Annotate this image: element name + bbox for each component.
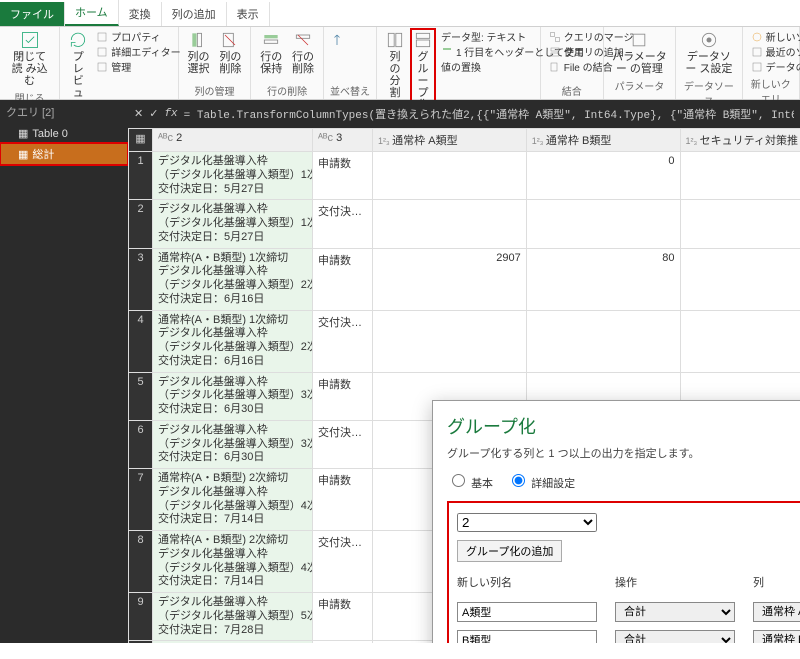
- formula-bar[interactable]: ✕ ✓ fx = Table.TransformColumnTypes(置き換え…: [128, 100, 800, 128]
- label: データ型: テキスト: [441, 29, 526, 44]
- radio-advanced[interactable]: 詳細設定: [507, 471, 575, 491]
- table-row[interactable]: 1デジタル化基盤導入枠（デジタル化基盤導入類型）1次交付決定日：5月27日申請数…: [129, 152, 800, 200]
- group-label: 結合: [547, 81, 597, 98]
- column-select[interactable]: 通常枠 B類型: [753, 630, 800, 643]
- table-row[interactable]: 3通常枠(A・B類型) 1次締切デジタル化基盤導入枠（デジタル化基盤導入類型）2…: [129, 248, 800, 310]
- label: 行の 保持: [259, 51, 283, 75]
- header-op: 操作: [615, 574, 735, 590]
- group-label: 行の削除: [257, 81, 317, 98]
- radio-basic[interactable]: 基本: [447, 471, 493, 491]
- label: 最近のソース: [766, 44, 800, 59]
- operation-select[interactable]: 合計: [615, 630, 735, 643]
- enter-data-button[interactable]: データの入力: [749, 59, 800, 74]
- label: プロパティ: [111, 29, 160, 44]
- keep-rows-button[interactable]: 行の 保持: [257, 29, 285, 76]
- newname-input[interactable]: [457, 602, 597, 622]
- col-header-b[interactable]: 通常枠 B類型: [526, 129, 680, 152]
- data-grid-wrapper: ▦ ᴬᴮc 2 ᴬᴮc 3 通常枠 A類型 通常枠 B類型 セキュリティ対策推 …: [128, 128, 800, 643]
- col-header-3[interactable]: ᴬᴮc 3: [313, 129, 373, 152]
- label: 新しいソース: [766, 29, 800, 44]
- delete-columns-button[interactable]: 列の 削除: [216, 29, 244, 76]
- label: 詳細エディター: [111, 44, 180, 59]
- tab-file[interactable]: ファイル: [0, 2, 65, 26]
- delete-rows-button[interactable]: 行の 削除: [289, 29, 317, 76]
- query-sidebar: クエリ [2] ▦ Table 0 ▦ 総計: [0, 100, 128, 643]
- col-header-s[interactable]: セキュリティ対策推: [680, 129, 800, 152]
- manage-parameters-button[interactable]: パラメーター の管理: [610, 29, 669, 76]
- table-icon: ▦: [18, 127, 28, 140]
- select-columns-button[interactable]: 列の 選択: [185, 29, 213, 76]
- group-label: 並べ替え: [330, 81, 370, 98]
- menu-tabs: ファイル ホーム 変換 列の追加 表示: [0, 0, 800, 27]
- split-column-button[interactable]: 列の 分割: [383, 29, 407, 100]
- manage-button[interactable]: 管理: [94, 59, 182, 74]
- col-header-2[interactable]: ᴬᴮc 2: [153, 129, 313, 152]
- sidebar-header: クエリ [2]: [0, 100, 128, 124]
- header-col: 列: [753, 574, 800, 590]
- label: 列の 削除: [218, 51, 242, 75]
- formula-text[interactable]: = Table.TransformColumnTypes(置き換えられた値2,{…: [184, 106, 794, 122]
- header-newname: 新しい列名: [457, 574, 597, 590]
- fx-icon[interactable]: fx: [164, 108, 177, 120]
- newname-input[interactable]: [457, 630, 597, 643]
- label: 総計: [32, 146, 54, 162]
- label: データソー ス設定: [684, 51, 733, 75]
- group-label: 列の管理: [185, 81, 245, 98]
- group-panel: 2 グループ化の追加 新しい列名 操作 列 合計通常枠 A類型合計通常枠 B類型…: [447, 501, 800, 643]
- label: パラメーター の管理: [612, 51, 667, 75]
- new-source-button[interactable]: 新しいソース: [749, 29, 800, 44]
- group-by-dialog: ✕ グループ化 グループ化する列と 1 つ以上の出力を指定します。 基本 詳細設…: [432, 400, 800, 643]
- label: データの入力: [766, 59, 800, 74]
- recent-sources-button[interactable]: 最近のソース: [749, 44, 800, 59]
- col-header-a[interactable]: 通常枠 A類型: [373, 129, 527, 152]
- sidebar-item-table0[interactable]: ▦ Table 0: [0, 124, 128, 143]
- check-icon[interactable]: ✓: [149, 107, 158, 121]
- label: 列の 選択: [187, 51, 211, 75]
- add-group-button[interactable]: グループ化の追加: [457, 540, 562, 562]
- column-select[interactable]: 通常枠 A類型: [753, 602, 800, 622]
- label: 管理: [111, 59, 131, 74]
- datasource-settings-button[interactable]: データソー ス設定: [682, 29, 735, 76]
- ribbon: 閉じて読 み込む 閉じる プレビュー の更新 プロパティ 詳細エディター 管理 …: [0, 27, 800, 100]
- label: 列の 分割: [385, 51, 405, 99]
- operation-select[interactable]: 合計: [615, 602, 735, 622]
- label: 値の置換: [441, 59, 481, 74]
- tab-view[interactable]: 表示: [227, 2, 270, 26]
- row-header[interactable]: ▦: [129, 129, 153, 152]
- tab-home[interactable]: ホーム: [65, 0, 119, 26]
- sidebar-item-total[interactable]: ▦ 総計: [0, 143, 128, 165]
- label: 行の 削除: [291, 51, 315, 75]
- close-load-button[interactable]: 閉じて読 み込む: [6, 29, 53, 88]
- sort-asc-button[interactable]: [330, 29, 354, 51]
- table-row[interactable]: 4通常枠(A・B類型) 1次締切デジタル化基盤導入枠（デジタル化基盤導入類型）2…: [129, 310, 800, 372]
- tab-convert[interactable]: 変換: [119, 2, 162, 26]
- tab-addcolumn[interactable]: 列の追加: [162, 2, 227, 26]
- properties-button[interactable]: プロパティ: [94, 29, 182, 44]
- group-column-select[interactable]: 2: [457, 513, 597, 532]
- close-icon[interactable]: ✕: [134, 107, 143, 121]
- table-icon: ▦: [18, 148, 28, 161]
- dialog-subtitle: グループ化する列と 1 つ以上の出力を指定します。: [447, 445, 800, 461]
- label: Table 0: [32, 128, 67, 140]
- table-row[interactable]: 2デジタル化基盤導入枠（デジタル化基盤導入類型）1次交付決定日：5月27日交付決…: [129, 200, 800, 248]
- advanced-editor-button[interactable]: 詳細エディター: [94, 44, 182, 59]
- label: 閉じて読 み込む: [8, 51, 51, 87]
- dialog-title: グループ化: [447, 413, 800, 439]
